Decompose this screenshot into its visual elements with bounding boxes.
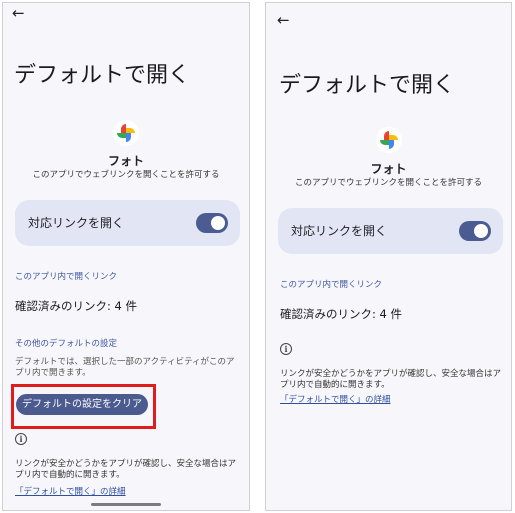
info-text: リンクが安全かどうかをアプリが確認し、安全な場合はアプリ内で自動的に開きます。 — [280, 369, 502, 390]
app-description: このアプリでウェブリンクを開くことを許可する — [32, 170, 220, 180]
open-supported-links-switch[interactable] — [196, 213, 228, 233]
open-supported-links-card[interactable]: 対応リンクを開く — [278, 208, 503, 254]
switch-knob — [474, 224, 488, 238]
other-defaults-description: デフォルトでは、選択した一部のアクティビティがこのアプリ内で開きます。 — [15, 357, 235, 378]
other-defaults-header: その他のデフォルトの設定 — [15, 339, 118, 349]
open-supported-links-label: 対応リンクを開く — [28, 216, 125, 230]
photos-app-icon — [113, 120, 139, 146]
in-app-links-header: このアプリ内で開くリンク — [280, 280, 383, 290]
screen-left: ← デフォルトで開く フォト このアプリでウェブリンクを開くことを許可する 対応… — [2, 2, 250, 511]
open-supported-links-card[interactable]: 対応リンクを開く — [15, 200, 240, 246]
page-title: デフォルトで開く — [14, 63, 191, 88]
photos-app-icon — [376, 127, 402, 153]
open-by-default-details-link[interactable]: 「デフォルトで開く」の詳細 — [15, 487, 126, 498]
info-text: リンクが安全かどうかをアプリが確認し、安全な場合はアプリ内で自動的に開きます。 — [15, 459, 237, 480]
gesture-handle — [91, 503, 161, 506]
page-title: デフォルトで開く — [279, 73, 456, 98]
open-supported-links-switch[interactable] — [459, 221, 491, 241]
info-icon: i — [280, 343, 292, 355]
in-app-links-header: このアプリ内で開くリンク — [15, 272, 118, 282]
screen-right: ← デフォルトで開く フォト このアプリでウェブリンクを開くことを許可する 対応… — [265, 2, 512, 511]
back-arrow-icon[interactable]: ← — [277, 13, 290, 28]
info-icon: i — [15, 433, 27, 445]
app-description: このアプリでウェブリンクを開くことを許可する — [294, 178, 482, 188]
open-by-default-details-link[interactable]: 「デフォルトで開く」の詳細 — [280, 395, 391, 406]
switch-knob — [211, 216, 225, 230]
open-supported-links-label: 対応リンクを開く — [291, 224, 388, 238]
app-name: フォト — [370, 162, 407, 176]
verified-links-item[interactable]: 確認済みのリンク: 4 件 — [15, 299, 137, 313]
back-arrow-icon[interactable]: ← — [12, 6, 25, 21]
clear-defaults-button[interactable]: デフォルトの設定をクリア — [16, 394, 148, 415]
app-name: フォト — [107, 154, 144, 168]
verified-links-item[interactable]: 確認済みのリンク: 4 件 — [280, 307, 402, 321]
